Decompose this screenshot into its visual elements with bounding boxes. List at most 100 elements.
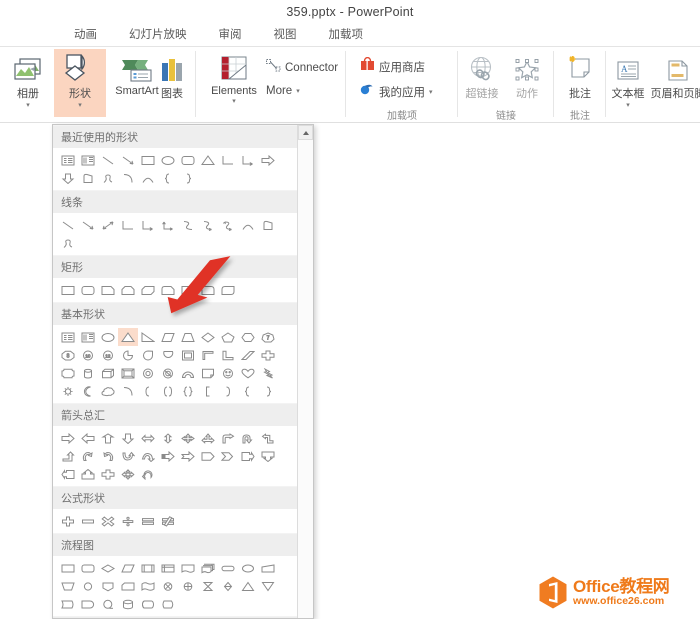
- shape-left-brace[interactable]: [158, 169, 178, 187]
- scrollbar-track[interactable]: [298, 140, 313, 618]
- shape-flowchart-extract[interactable]: [238, 577, 258, 595]
- shape-up-arrow-callout[interactable]: [78, 465, 98, 483]
- chevron-down-icon[interactable]: ▾: [78, 102, 82, 109]
- chevron-down-icon[interactable]: ▾: [429, 88, 433, 96]
- shape-oval[interactable]: [98, 328, 118, 346]
- shape-snip-single-corner-rectangle[interactable]: [98, 281, 118, 299]
- shape-freeform[interactable]: [258, 216, 278, 234]
- shape-freeform[interactable]: [78, 169, 98, 187]
- shape-rounded-rectangle[interactable]: [178, 151, 198, 169]
- album-button[interactable]: 相册 ▾: [2, 49, 54, 117]
- shape-right-arrow[interactable]: [58, 429, 78, 447]
- shape-round-same-side-corner-rectangle[interactable]: [198, 281, 218, 299]
- shape-curved-connector[interactable]: [178, 216, 198, 234]
- shape-flowchart-direct-access-storage[interactable]: [138, 595, 158, 613]
- shape-rectangle[interactable]: [138, 151, 158, 169]
- my-apps-button[interactable]: 我的应用 ▾: [360, 82, 433, 101]
- shape-u-turn-arrow[interactable]: [238, 429, 258, 447]
- shape-right-arrow[interactable]: [258, 151, 278, 169]
- shape-flowchart-or[interactable]: [178, 577, 198, 595]
- shape-cloud[interactable]: [98, 382, 118, 400]
- shape-decagon[interactable]: 10: [78, 346, 98, 364]
- shape-curved-left-arrow[interactable]: [98, 447, 118, 465]
- shape-flowchart-stored-data[interactable]: [58, 595, 78, 613]
- chevron-down-icon[interactable]: ▾: [626, 102, 630, 109]
- shape-left-up-arrow[interactable]: [258, 429, 278, 447]
- shape-text-box[interactable]: [58, 328, 78, 346]
- shape-flowchart-magnetic-disk[interactable]: [118, 595, 138, 613]
- shape-flowchart-merge[interactable]: [258, 577, 278, 595]
- tab-addins[interactable]: 加载项: [313, 24, 380, 46]
- shape-flowchart-summing-junction[interactable]: [158, 577, 178, 595]
- shape-curved-up-arrow[interactable]: [118, 447, 138, 465]
- shape-flowchart-preparation[interactable]: [238, 559, 258, 577]
- shape-down-arrow[interactable]: [58, 169, 78, 187]
- gallery-scrollbar[interactable]: [297, 125, 313, 618]
- shape-right-arrow-callout[interactable]: [238, 447, 258, 465]
- shape-down-arrow[interactable]: [118, 429, 138, 447]
- shape-vertical-text-box[interactable]: [78, 151, 98, 169]
- shape-left-right-arrow[interactable]: [138, 429, 158, 447]
- shape-scribble[interactable]: [98, 169, 118, 187]
- shape-right-bracket-single[interactable]: [218, 382, 238, 400]
- shape-plus[interactable]: [58, 512, 78, 530]
- shape-divide[interactable]: [118, 512, 138, 530]
- shape-cross[interactable]: [258, 346, 278, 364]
- shape-flowchart-punched-tape[interactable]: [138, 577, 158, 595]
- tab-view[interactable]: 视图: [258, 24, 313, 46]
- header-footer-button[interactable]: 页眉和页脚: [650, 49, 700, 117]
- shape-curved-right-arrow[interactable]: [78, 447, 98, 465]
- shape-elbow-arrow-connector[interactable]: [138, 216, 158, 234]
- shape-up-arrow[interactable]: [98, 429, 118, 447]
- shape-donut[interactable]: [138, 364, 158, 382]
- textbox-button[interactable]: A 文本框 ▾: [606, 49, 650, 117]
- shape-dodecagon[interactable]: 12: [98, 346, 118, 364]
- shape-left-brace-single[interactable]: [238, 382, 258, 400]
- tab-review[interactable]: 审阅: [203, 24, 258, 46]
- shapes-button[interactable]: 形状 ▾: [54, 49, 106, 117]
- shape-flowchart-offpage-connector[interactable]: [98, 577, 118, 595]
- shape-round-diagonal-corner-rectangle[interactable]: [218, 281, 238, 299]
- shape-quad-arrow[interactable]: [178, 429, 198, 447]
- more-button[interactable]: More ▾: [266, 85, 300, 97]
- shape-multiply[interactable]: [98, 512, 118, 530]
- shape-pentagon[interactable]: [218, 328, 238, 346]
- shape-minus[interactable]: [78, 512, 98, 530]
- shape-snip-diagonal-corner-rectangle[interactable]: [138, 281, 158, 299]
- slide-canvas[interactable]: [315, 124, 700, 619]
- shape-down-arrow-callout[interactable]: [258, 447, 278, 465]
- shape-sun[interactable]: [58, 382, 78, 400]
- shape-notched-right-arrow[interactable]: [178, 447, 198, 465]
- shape-curved-arrow-connector[interactable]: [198, 216, 218, 234]
- shape-flowchart-alternate-process[interactable]: [78, 559, 98, 577]
- shape-rounded-rectangle[interactable]: [78, 281, 98, 299]
- shape-right-triangle[interactable]: [138, 328, 158, 346]
- shape-flowchart-process[interactable]: [58, 559, 78, 577]
- shape-l-shape[interactable]: [218, 346, 238, 364]
- shape-pentagon-arrow[interactable]: [198, 447, 218, 465]
- shape-curved-double-arrow-connector[interactable]: [218, 216, 238, 234]
- chevron-down-icon[interactable]: ▾: [296, 87, 300, 95]
- shape-frame[interactable]: [178, 346, 198, 364]
- chevron-down-icon[interactable]: ▾: [232, 98, 236, 105]
- shape-flowchart-terminator[interactable]: [218, 559, 238, 577]
- shape-diamond[interactable]: [198, 328, 218, 346]
- shape-flowchart-card[interactable]: [118, 577, 138, 595]
- shape-diagonal-stripe[interactable]: [238, 346, 258, 364]
- shape-right-brace-single[interactable]: [258, 382, 278, 400]
- shape-flowchart-decision[interactable]: [98, 559, 118, 577]
- shape-bent-arrow[interactable]: [218, 429, 238, 447]
- shape-round-single-corner-rectangle[interactable]: [178, 281, 198, 299]
- shape-line-arrow[interactable]: [118, 151, 138, 169]
- shape-flowchart-manual-operation[interactable]: [58, 577, 78, 595]
- shape-flowchart-document[interactable]: [178, 559, 198, 577]
- shapes-gallery-dropdown[interactable]: 最近使用的形状 线条 矩形 基本形状 7 8 10 12 箭头总汇 公式形状 流…: [52, 124, 314, 619]
- shape-flowchart-manual-input[interactable]: [258, 559, 278, 577]
- shape-double-bracket[interactable]: [158, 382, 178, 400]
- shape-isosceles-triangle[interactable]: [198, 151, 218, 169]
- chart-button[interactable]: 图表: [146, 49, 198, 117]
- shape-smiley-face[interactable]: [218, 364, 238, 382]
- shape-pie[interactable]: [118, 346, 138, 364]
- shape-quad-arrow-callout[interactable]: [118, 465, 138, 483]
- shape-left-arrow-callout[interactable]: [58, 465, 78, 483]
